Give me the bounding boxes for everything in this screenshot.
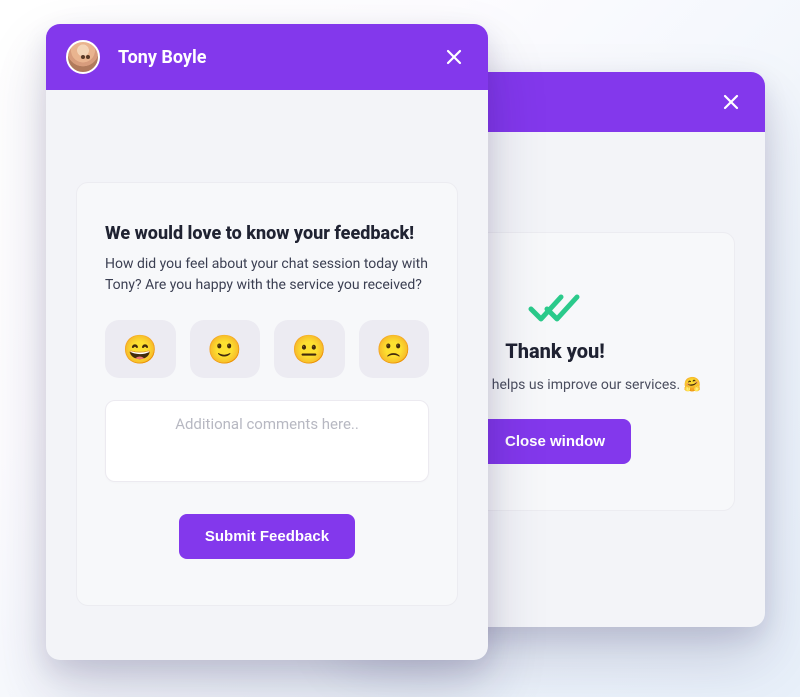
rating-great[interactable]: 😄 [105,320,176,378]
submit-feedback-button[interactable]: Submit Feedback [179,514,355,559]
feedback-window: Tony Boyle We would love to know your fe… [46,24,488,660]
agent-name: Tony Boyle [118,47,440,68]
feedback-subtitle: How did you feel about your chat session… [105,254,429,296]
close-icon [723,94,739,110]
feedback-card: We would love to know your feedback! How… [76,182,458,606]
feedback-close-button[interactable] [440,43,468,71]
rating-good[interactable]: 🙂 [190,320,261,378]
close-window-button[interactable]: Close window [479,419,631,464]
feedback-header: Tony Boyle [46,24,488,90]
feedback-body: We would love to know your feedback! How… [46,90,488,642]
close-icon [446,49,462,65]
rating-row: 😄 🙂 😐 🙁 [105,320,429,378]
rating-bad[interactable]: 🙁 [359,320,430,378]
feedback-title: We would love to know your feedback! [105,223,429,244]
agent-avatar [66,40,100,74]
comments-input[interactable] [105,400,429,482]
thankyou-close-button[interactable] [717,88,745,116]
rating-neutral[interactable]: 😐 [274,320,345,378]
